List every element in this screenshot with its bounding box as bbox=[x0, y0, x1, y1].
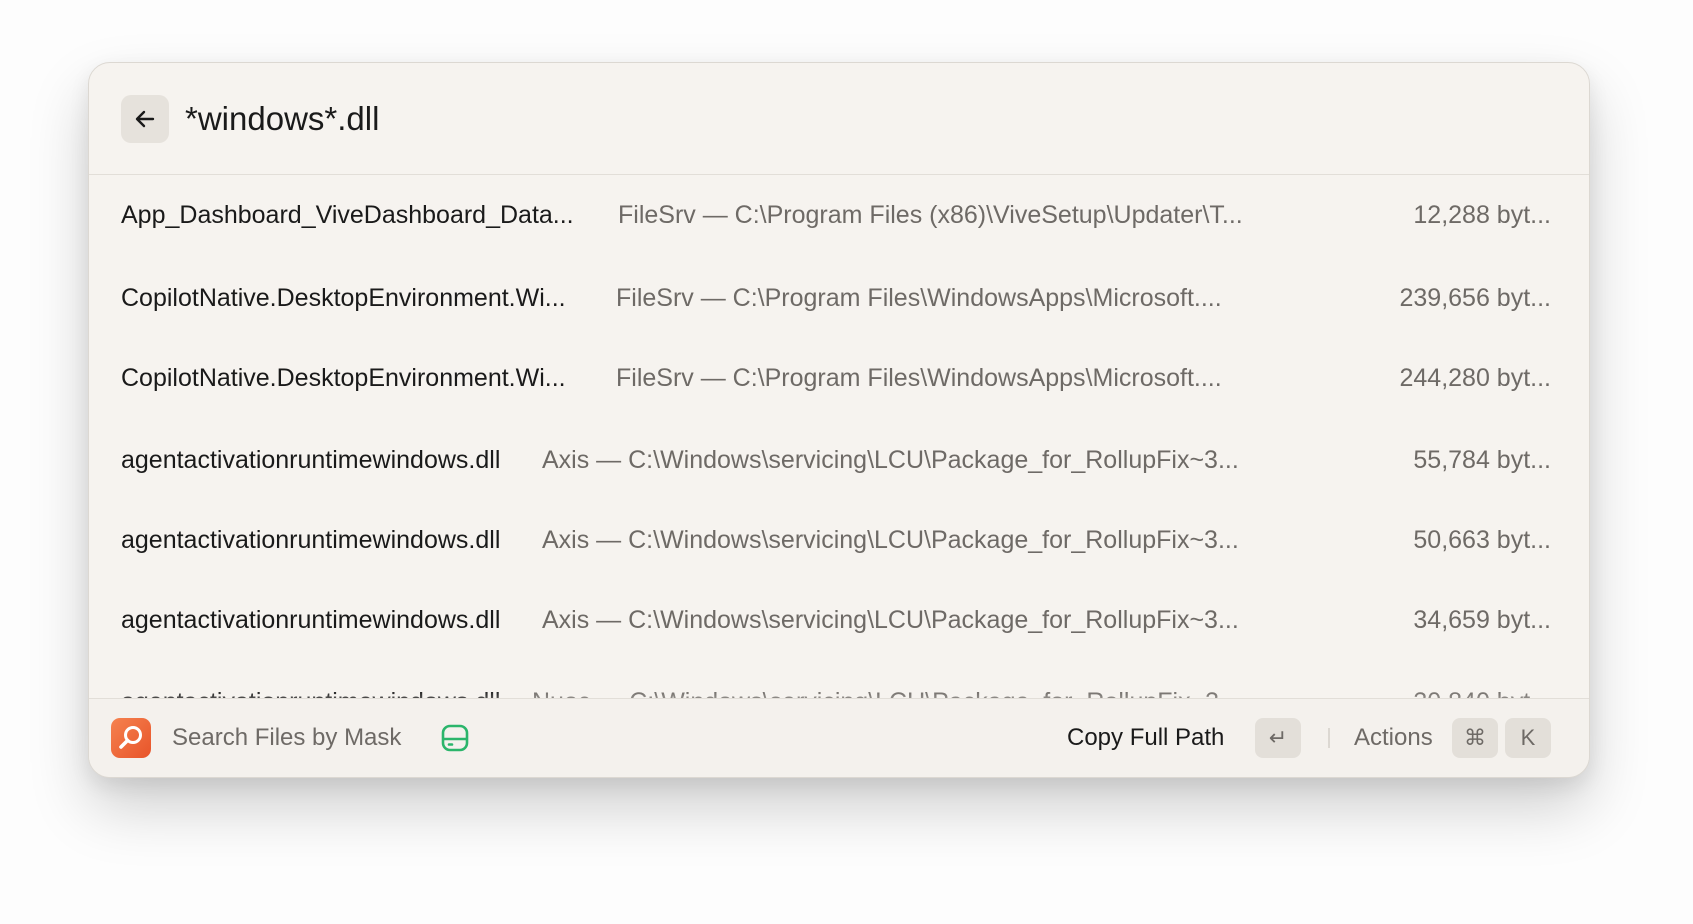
copy-full-path-button[interactable]: Copy Full Path bbox=[1067, 724, 1224, 752]
k-key-icon: K bbox=[1505, 718, 1551, 758]
list-item[interactable]: agentactivationruntimewindows.dll Axis —… bbox=[89, 420, 1589, 500]
result-path: Axis — C:\Windows\servicing\LCU\Package_… bbox=[542, 525, 1239, 554]
list-item[interactable]: App_Dashboard_ViveDashboard_Data... File… bbox=[89, 175, 1589, 255]
result-size: 34,659 byt... bbox=[1413, 605, 1551, 634]
result-size: 244,280 byt... bbox=[1399, 363, 1551, 392]
action-bar: Search Files by Mask Copy Full Path ↵ Ac… bbox=[89, 698, 1589, 777]
actions-button[interactable]: Actions bbox=[1354, 724, 1433, 752]
result-name: CopilotNative.DesktopEnvironment.Wi... bbox=[121, 363, 566, 392]
hard-drive-icon bbox=[440, 723, 470, 758]
enter-key-icon: ↵ bbox=[1255, 718, 1301, 758]
result-path: FileSrv — C:\Program Files\WindowsApps\M… bbox=[616, 283, 1222, 312]
command-key-icon: ⌘ bbox=[1452, 718, 1498, 758]
list-item[interactable]: agentactivationruntimewindows.dll Axis —… bbox=[89, 580, 1589, 660]
command-name: Search Files by Mask bbox=[172, 724, 402, 751]
results-list: App_Dashboard_ViveDashboard_Data... File… bbox=[89, 175, 1589, 710]
launcher-window: App_Dashboard_ViveDashboard_Data... File… bbox=[88, 62, 1590, 778]
result-name: App_Dashboard_ViveDashboard_Data... bbox=[121, 200, 574, 229]
list-item[interactable]: CopilotNative.DesktopEnvironment.Wi... F… bbox=[89, 338, 1589, 418]
search-header bbox=[89, 63, 1589, 175]
search-input[interactable] bbox=[185, 93, 1085, 144]
search-magnifier-icon bbox=[119, 726, 142, 749]
result-name: agentactivationruntimewindows.dll bbox=[121, 445, 501, 474]
result-size: 55,784 byt... bbox=[1413, 445, 1551, 474]
result-size: 12,288 byt... bbox=[1413, 200, 1551, 229]
result-name: CopilotNative.DesktopEnvironment.Wi... bbox=[121, 283, 566, 312]
result-name: agentactivationruntimewindows.dll bbox=[121, 525, 501, 554]
app-icon bbox=[111, 718, 151, 758]
list-item[interactable]: agentactivationruntimewindows.dll Axis —… bbox=[89, 500, 1589, 580]
result-name: agentactivationruntimewindows.dll bbox=[121, 605, 501, 634]
result-path: Axis — C:\Windows\servicing\LCU\Package_… bbox=[542, 445, 1239, 474]
arrow-left-icon bbox=[135, 110, 155, 127]
result-size: 239,656 byt... bbox=[1399, 283, 1551, 312]
result-size: 50,663 byt... bbox=[1413, 525, 1551, 554]
footer-divider bbox=[1328, 728, 1330, 748]
result-path: Axis — C:\Windows\servicing\LCU\Package_… bbox=[542, 605, 1239, 634]
result-path: FileSrv — C:\Program Files\WindowsApps\M… bbox=[616, 363, 1222, 392]
result-path: FileSrv — C:\Program Files (x86)\ViveSet… bbox=[618, 200, 1243, 229]
back-button[interactable] bbox=[121, 94, 169, 143]
list-item[interactable]: CopilotNative.DesktopEnvironment.Wi... F… bbox=[89, 258, 1589, 338]
